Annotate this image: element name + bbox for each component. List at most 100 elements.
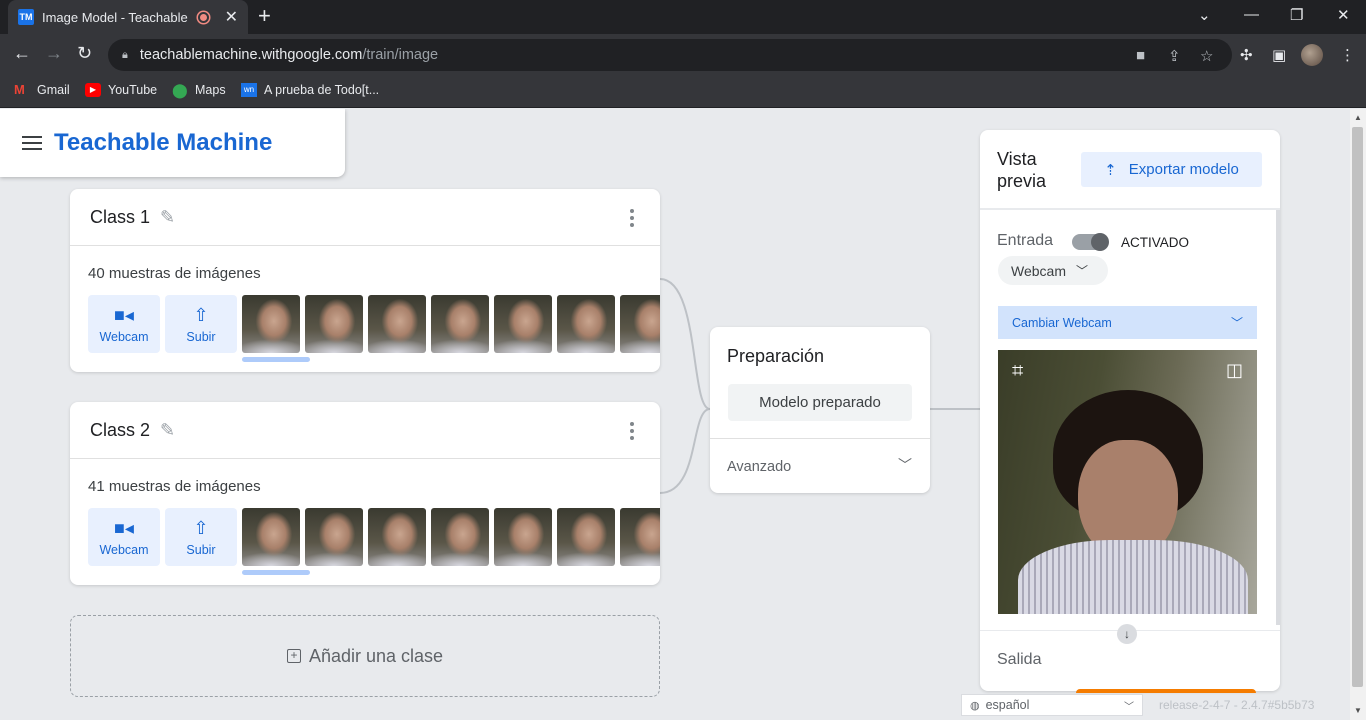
chevron-down-icon[interactable]: ﹀ xyxy=(898,455,912,475)
webcam-button[interactable]: ■◂ Webcam xyxy=(88,295,160,353)
add-box-icon: + xyxy=(286,649,301,663)
menu-icon[interactable] xyxy=(22,132,42,154)
sample-thumbnail[interactable] xyxy=(305,295,363,353)
tab-title: Image Model - Teachable Ma xyxy=(41,9,192,25)
export-model-button[interactable]: ⇡ Exportar modelo xyxy=(1081,152,1262,187)
scroll-thumb[interactable] xyxy=(1352,127,1363,687)
divider xyxy=(710,438,930,439)
sample-thumbnail[interactable] xyxy=(557,295,615,353)
sample-thumbnail[interactable] xyxy=(368,508,426,566)
forward-icon[interactable]: → xyxy=(45,43,63,64)
maps-icon: ⬤ xyxy=(172,82,188,98)
crop-icon[interactable]: ⌗ xyxy=(1012,360,1023,383)
sample-thumbnail[interactable] xyxy=(557,508,615,566)
pencil-icon[interactable]: ✎ xyxy=(160,207,175,228)
sample-thumbnail[interactable] xyxy=(431,508,489,566)
side-panel-icon[interactable]: ▣ xyxy=(1272,46,1286,64)
preview-title: Vista previa xyxy=(997,149,1047,191)
browser-tab[interactable]: TM Image Model - Teachable Ma ✕ xyxy=(8,0,248,34)
wn-icon: wn xyxy=(241,83,257,97)
chevron-down-icon: ﹀ xyxy=(1124,701,1134,713)
gmail-icon: M xyxy=(14,82,25,97)
train-model-button[interactable]: Modelo preparado xyxy=(728,384,912,421)
sample-thumbnail[interactable] xyxy=(368,295,426,353)
reload-icon[interactable]: ↻ xyxy=(77,43,92,64)
browser-tab-bar: TM Image Model - Teachable Ma ✕ + ⌄ — ❐ … xyxy=(0,0,1366,34)
page-scrollbar[interactable]: ▲ ▼ xyxy=(1350,109,1366,720)
training-title: Preparación xyxy=(727,346,825,366)
class-header: Class 2 ✎ xyxy=(70,402,660,459)
bookmark-maps[interactable]: ⬤ Maps xyxy=(172,83,226,97)
more-vert-icon[interactable] xyxy=(630,209,634,230)
webcam-button[interactable]: ■◂ Webcam xyxy=(88,508,160,566)
back-icon[interactable]: ← xyxy=(13,43,31,64)
restore-icon[interactable]: ❐ xyxy=(1290,6,1303,24)
sample-thumbnail[interactable] xyxy=(431,295,489,353)
advanced-toggle[interactable]: Avanzado xyxy=(727,459,791,475)
arrow-down-icon[interactable]: ↓ xyxy=(1117,624,1137,644)
star-icon[interactable]: ☆ xyxy=(1200,47,1213,65)
sample-thumbnail[interactable] xyxy=(494,295,552,353)
sample-thumbnail[interactable] xyxy=(242,508,300,566)
address-bar[interactable]: 🔒︎ teachablemachine.withgoogle.com/train… xyxy=(108,39,1232,71)
upload-button[interactable]: ⇧ Subir xyxy=(165,508,237,566)
thumbnail-scrollbar[interactable] xyxy=(242,570,310,575)
close-icon[interactable]: ✕ xyxy=(225,7,238,27)
more-icon[interactable]: ⋮ xyxy=(1340,46,1355,64)
upload-button[interactable]: ⇧ Subir xyxy=(165,295,237,353)
page-content: Teachable Machine Class 1 ✎ 40 muestras … xyxy=(0,109,1350,720)
video-camera-icon: ■◂ xyxy=(114,304,134,325)
input-label: Entrada xyxy=(997,232,1054,249)
upload-icon: ⇧ xyxy=(193,304,209,325)
record-icon xyxy=(197,11,209,23)
sample-thumbnail[interactable] xyxy=(620,295,660,353)
divider xyxy=(980,208,1280,210)
favicon-icon: TM xyxy=(18,9,34,25)
add-class-button[interactable]: + Añadir una clase xyxy=(70,615,660,697)
samples-count: 40 muestras de imágenes xyxy=(88,265,261,282)
video-camera-icon: ■◂ xyxy=(114,517,134,538)
scroll-down-icon[interactable]: ▼ xyxy=(1354,706,1362,715)
bookmark-a-prueba[interactable]: wn A prueba de Todo[t... xyxy=(241,83,379,97)
bookmark-gmail[interactable]: M Gmail xyxy=(14,82,70,98)
toggle-state-label: ACTIVADO xyxy=(1121,235,1190,250)
minimize-icon[interactable]: — xyxy=(1244,6,1259,23)
output-label: Salida xyxy=(997,651,1042,668)
change-webcam-select[interactable]: Cambiar Webcam ﹀ xyxy=(998,306,1257,339)
samples-count: 41 muestras de imágenes xyxy=(88,478,261,495)
globe-icon: ◍ xyxy=(970,699,980,712)
more-vert-icon[interactable] xyxy=(630,422,634,443)
input-toggle[interactable] xyxy=(1072,233,1109,251)
avatar[interactable] xyxy=(1301,44,1323,66)
release-version: release-2-4-7 - 2.4.7#5b5b73 xyxy=(1159,698,1315,712)
lock-icon: 🔒︎ xyxy=(122,48,128,61)
chevron-down-icon[interactable]: ⌄ xyxy=(1198,6,1211,24)
scroll-up-icon[interactable]: ▲ xyxy=(1354,113,1362,122)
pencil-icon[interactable]: ✎ xyxy=(160,420,175,441)
app-header: Teachable Machine xyxy=(0,109,345,177)
chevron-down-icon: ﹀ xyxy=(1230,316,1243,330)
camera-icon[interactable]: ■ xyxy=(1136,47,1145,64)
sample-thumbnail[interactable] xyxy=(305,508,363,566)
bookmark-youtube[interactable]: ▶ YouTube xyxy=(85,83,157,97)
close-icon[interactable]: ✕ xyxy=(1337,6,1350,24)
sample-thumbnail[interactable] xyxy=(242,295,300,353)
sample-thumbnail[interactable] xyxy=(494,508,552,566)
output-bar xyxy=(1076,689,1256,693)
class-name[interactable]: Class 2 xyxy=(90,420,150,441)
class-header: Class 1 ✎ xyxy=(70,189,660,246)
bookmarks-bar: M Gmail ▶ YouTube ⬤ Maps wn A prueba de … xyxy=(0,76,1366,108)
preview-card: Vista previa ⇡ Exportar modelo Entrada A… xyxy=(980,130,1280,691)
language-select[interactable]: ◍ español ﹀ xyxy=(961,694,1143,716)
input-source-select[interactable]: Webcam ﹀ xyxy=(998,256,1108,285)
preview-scrollbar[interactable] xyxy=(1276,210,1280,625)
sample-thumbnail[interactable] xyxy=(620,508,660,566)
plus-icon[interactable]: + xyxy=(258,5,271,27)
extensions-icon[interactable]: ✣ xyxy=(1240,46,1253,64)
thumbnail-scrollbar[interactable] xyxy=(242,357,310,362)
share-icon[interactable]: ⇪ xyxy=(1168,47,1181,65)
flip-icon[interactable]: ◫ xyxy=(1226,360,1243,381)
class-card: Class 2 ✎ 41 muestras de imágenes ■◂ Web… xyxy=(70,402,660,585)
class-name[interactable]: Class 1 xyxy=(90,207,150,228)
chevron-down-icon: ﹀ xyxy=(1075,264,1088,278)
